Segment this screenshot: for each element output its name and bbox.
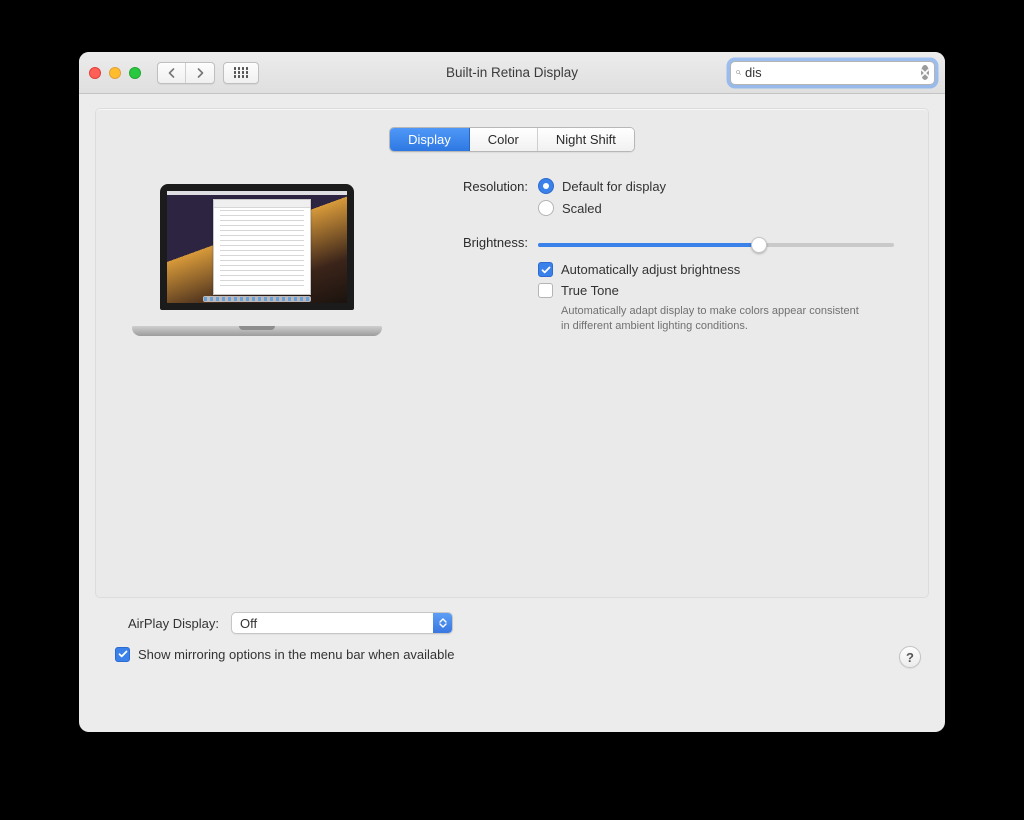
select-stepper-icon bbox=[433, 613, 452, 633]
back-button[interactable] bbox=[158, 63, 186, 83]
minimize-button[interactable] bbox=[109, 67, 121, 79]
tab-nightshift[interactable]: Night Shift bbox=[538, 128, 634, 151]
close-button[interactable] bbox=[89, 67, 101, 79]
resolution-scaled-option[interactable]: Scaled bbox=[538, 200, 894, 216]
truetone-checkbox[interactable]: True Tone bbox=[538, 283, 894, 298]
chevron-right-icon bbox=[196, 68, 205, 78]
checkbox-checked-icon bbox=[538, 262, 553, 277]
search-field[interactable] bbox=[730, 61, 935, 85]
resolution-row: Resolution: Default for display Scaled bbox=[436, 178, 894, 222]
zoom-button[interactable] bbox=[129, 67, 141, 79]
airplay-label: AirPlay Display: bbox=[103, 616, 231, 631]
mirroring-row: Show mirroring options in the menu bar w… bbox=[103, 646, 921, 668]
laptop-icon bbox=[132, 184, 382, 344]
settings-column: Resolution: Default for display Scaled bbox=[436, 178, 904, 346]
truetone-label: True Tone bbox=[561, 283, 619, 298]
nav-back-forward bbox=[157, 62, 215, 84]
search-icon bbox=[736, 66, 741, 79]
settings-panel: Display Color Night Shift bbox=[95, 108, 929, 598]
brightness-slider[interactable] bbox=[538, 236, 894, 254]
radio-unchecked-icon bbox=[538, 200, 554, 216]
help-label: ? bbox=[906, 650, 914, 665]
tabs: Display Color Night Shift bbox=[120, 127, 904, 152]
preferences-window: Built-in Retina Display Display Color Ni… bbox=[79, 52, 945, 732]
resolution-scaled-label: Scaled bbox=[562, 201, 602, 216]
airplay-row: AirPlay Display: Off bbox=[103, 612, 921, 634]
airplay-select[interactable]: Off bbox=[231, 612, 453, 634]
checkbox-checked-icon bbox=[115, 647, 130, 662]
mirroring-checkbox[interactable]: Show mirroring options in the menu bar w… bbox=[115, 647, 455, 662]
truetone-description: Automatically adapt display to make colo… bbox=[561, 304, 861, 334]
tab-display[interactable]: Display bbox=[390, 128, 470, 151]
mirroring-label: Show mirroring options in the menu bar w… bbox=[138, 647, 455, 662]
help-button[interactable]: ? bbox=[899, 646, 921, 668]
titlebar: Built-in Retina Display bbox=[79, 52, 945, 94]
brightness-label: Brightness: bbox=[436, 234, 538, 250]
window-controls bbox=[89, 67, 141, 79]
resolution-default-label: Default for display bbox=[562, 179, 666, 194]
bottom-area: AirPlay Display: Off Show mirroring opti… bbox=[95, 598, 929, 680]
resolution-label: Resolution: bbox=[436, 178, 538, 194]
show-all-button[interactable] bbox=[223, 62, 259, 84]
auto-brightness-checkbox[interactable]: Automatically adjust brightness bbox=[538, 262, 894, 277]
chevron-down-icon bbox=[439, 623, 447, 628]
display-preview bbox=[120, 178, 400, 346]
grid-icon bbox=[234, 67, 249, 78]
forward-button[interactable] bbox=[186, 63, 214, 83]
x-icon bbox=[921, 69, 929, 77]
airplay-value: Off bbox=[240, 616, 257, 631]
brightness-row: Brightness: Automatica bbox=[436, 234, 894, 334]
chevron-left-icon bbox=[167, 68, 176, 78]
tab-color[interactable]: Color bbox=[470, 128, 538, 151]
radio-checked-icon bbox=[538, 178, 554, 194]
tab-segment: Display Color Night Shift bbox=[389, 127, 635, 152]
checkbox-unchecked-icon bbox=[538, 283, 553, 298]
resolution-default-option[interactable]: Default for display bbox=[538, 178, 894, 194]
content-area: Display Color Night Shift bbox=[79, 94, 945, 732]
auto-brightness-label: Automatically adjust brightness bbox=[561, 262, 740, 277]
search-input[interactable] bbox=[745, 65, 921, 80]
clear-search-button[interactable] bbox=[921, 65, 929, 80]
